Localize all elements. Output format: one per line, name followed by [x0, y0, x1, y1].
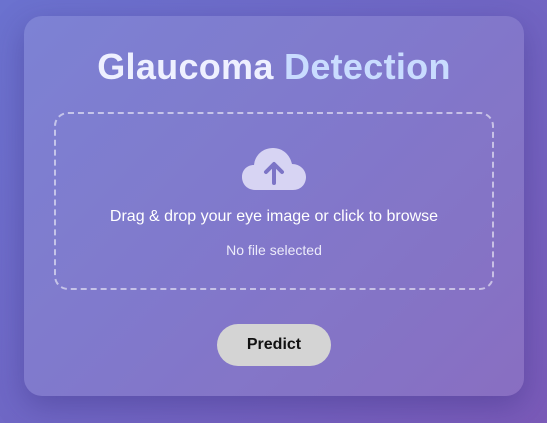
file-status-text: No file selected: [226, 242, 322, 258]
title-word-detection: Detection: [284, 46, 451, 87]
image-dropzone[interactable]: Drag & drop your eye image or click to b…: [54, 112, 494, 290]
title-word-glaucoma: Glaucoma: [97, 46, 274, 87]
cloud-upload-icon: [242, 148, 306, 190]
upload-card: Glaucoma Detection Drag & drop your eye …: [24, 16, 524, 396]
page-title: Glaucoma Detection: [24, 46, 524, 88]
predict-button[interactable]: Predict: [217, 324, 331, 366]
dropzone-prompt: Drag & drop your eye image or click to b…: [109, 208, 439, 225]
